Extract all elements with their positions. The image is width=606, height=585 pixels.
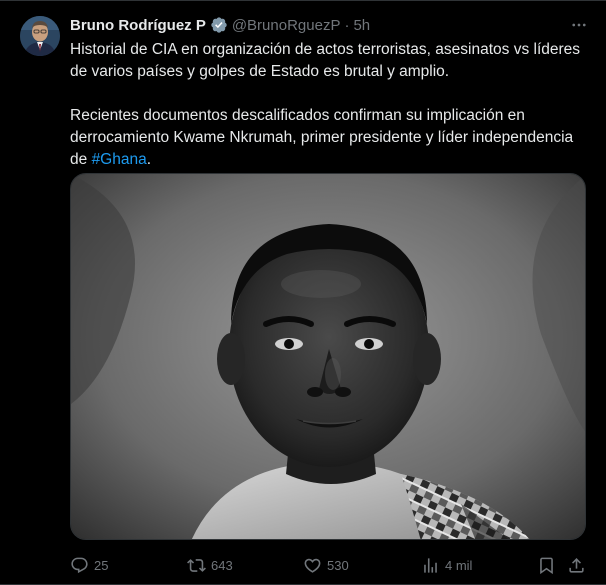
views-icon [424,557,437,573]
more-options-icon[interactable] [568,14,590,36]
retweet-icon [187,558,206,572]
avatar-image [20,16,60,56]
retweet-button[interactable]: 643 [187,556,233,575]
heart-icon [304,558,321,573]
tweet-text: Historial de CIA en organización de acto… [70,39,590,171]
portrait-photo-image [71,174,585,539]
reply-count: 25 [94,557,109,573]
author-handle[interactable]: @BrunoRguezP [232,17,341,34]
author-avatar[interactable] [20,16,60,56]
share-icon [569,557,584,573]
bookmark-icon [540,557,553,574]
hashtag-link[interactable]: #Ghana [92,151,147,168]
author-name[interactable]: Bruno Rodríguez P [70,17,206,34]
like-button[interactable]: 530 [303,556,349,575]
views-button[interactable]: 4 mil [421,556,472,575]
tweet-header: Bruno Rodríguez P @BrunoRguezP · 5h [70,14,590,36]
retweet-count: 643 [211,557,233,573]
tweet-timestamp[interactable]: 5h [353,17,370,34]
share-button[interactable] [567,556,586,575]
tweet-content: Bruno Rodríguez P @BrunoRguezP · 5h Hist… [70,14,590,171]
tweet-photo[interactable] [70,173,586,540]
views-count: 4 mil [445,557,473,573]
reply-icon [71,557,88,573]
tweet-paragraph-2: Recientes documentos descalificados conf… [70,105,590,171]
verified-badge-icon [210,16,228,34]
separator-dot: · [344,16,350,34]
reply-button[interactable]: 25 [70,556,108,575]
like-count: 530 [327,557,349,573]
tweet[interactable]: Bruno Rodríguez P @BrunoRguezP · 5h Hist… [0,0,606,585]
bookmark-button[interactable] [537,556,556,575]
tweet-paragraph-1: Historial de CIA en organización de acto… [70,41,581,80]
tweet-paragraph-2-end: . [146,151,152,168]
tweet-actions-bar: 25 643 530 4 mil [70,554,590,576]
